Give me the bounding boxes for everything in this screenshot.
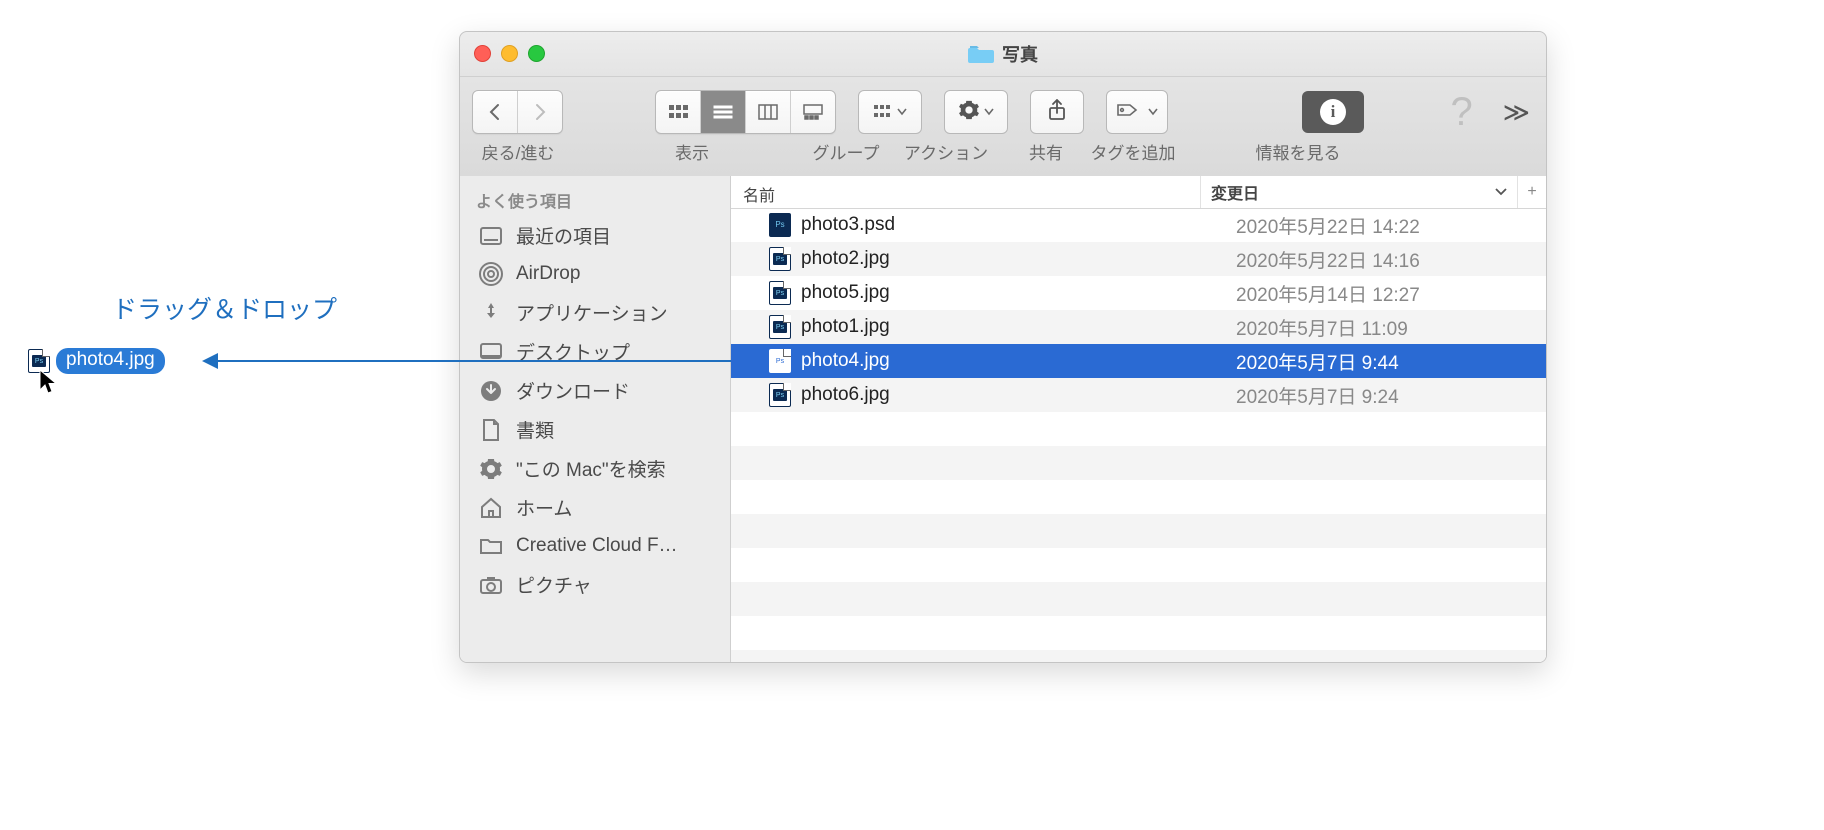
view-list-button[interactable] (701, 91, 746, 133)
back-forward-group (472, 90, 563, 134)
folder-grey-icon (478, 533, 504, 559)
tag-icon (1116, 101, 1140, 124)
file-row[interactable]: Ps photo5.jpg2020年5月14日 12:27 (731, 276, 1546, 310)
view-icons-button[interactable] (656, 91, 701, 133)
sidebar-item-applications[interactable]: アプリケーション (460, 293, 730, 332)
sidebar-item-search-mac[interactable]: "この Mac"を検索 (460, 449, 730, 488)
column-date[interactable]: 変更日 (1201, 176, 1517, 208)
share-button[interactable] (1030, 90, 1084, 134)
chevron-down-icon (1495, 188, 1507, 196)
ps-file-icon: Ps (769, 247, 791, 271)
sidebar-item-label: ダウンロード (516, 377, 630, 404)
cursor-icon (38, 368, 60, 396)
recents-icon (478, 223, 504, 249)
tags-label: タグを追加 (1078, 139, 1188, 164)
file-name: photo1.jpg (801, 316, 1226, 338)
sidebar-section-header: よく使う項目 (460, 182, 730, 216)
add-column-button[interactable]: + (1517, 176, 1546, 208)
file-date: 2020年5月22日 14:16 (1226, 246, 1546, 273)
airdrop-icon (478, 261, 504, 287)
list-header: 名前 変更日 + (731, 176, 1546, 209)
file-date: 2020年5月7日 9:24 (1226, 382, 1546, 409)
view-switch (655, 90, 836, 134)
downloads-icon (478, 378, 504, 404)
share-icon (1047, 99, 1067, 126)
view-label: 表示 (662, 139, 722, 164)
home-icon (478, 495, 504, 521)
file-date: 2020年5月7日 11:09 (1226, 314, 1546, 341)
back-button[interactable] (473, 91, 518, 133)
view-columns-button[interactable] (746, 91, 791, 133)
file-date: 2020年5月7日 9:44 (1226, 348, 1546, 375)
applications-icon (478, 300, 504, 326)
toolbar-overflow-button[interactable]: ≫ (1499, 97, 1534, 128)
view-gallery-button[interactable] (791, 91, 835, 133)
ps-file-icon: Ps (769, 315, 791, 339)
sidebar-item-label: ピクチャ (516, 571, 592, 598)
file-name: photo3.psd (801, 214, 1226, 236)
ps-file-icon: Ps (769, 349, 791, 373)
file-name: photo6.jpg (801, 384, 1226, 406)
info-button[interactable]: i (1302, 91, 1364, 133)
sidebar-item-airdrop[interactable]: AirDrop (460, 255, 730, 293)
ps-file-icon: Ps (769, 281, 791, 305)
sidebar-item-pictures[interactable]: ピクチャ (460, 565, 730, 604)
tag-button[interactable] (1106, 90, 1168, 134)
sidebar-item-downloads[interactable]: ダウンロード (460, 371, 730, 410)
finder-window: 写真 (459, 31, 1547, 663)
info-label: 情報を見る (1248, 139, 1348, 164)
file-name: photo2.jpg (801, 248, 1226, 270)
sidebar-item-label: アプリケーション (516, 299, 668, 326)
sidebar-item-documents[interactable]: 書類 (460, 410, 730, 449)
toolbar: i ? ≫ 戻る/進む 表示 グループ アクション 共有 タグを追加 情報を見る (460, 77, 1546, 178)
column-name[interactable]: 名前 (731, 176, 1201, 208)
sidebar-item-desktop[interactable]: デスクトップ (460, 332, 730, 371)
group-label: グループ (806, 139, 886, 164)
file-name: photo4.jpg (801, 350, 1226, 372)
window-title: 写真 (1002, 41, 1038, 67)
sidebar-item-creative-cloud[interactable]: Creative Cloud F… (460, 527, 730, 565)
file-row[interactable]: Ps photo4.jpg2020年5月7日 9:44 (731, 344, 1546, 378)
sidebar-item-recents[interactable]: 最近の項目 (460, 216, 730, 255)
sidebar-item-label: 書類 (516, 416, 554, 443)
file-date: 2020年5月22日 14:22 (1226, 212, 1546, 239)
drag-filename: photo4.jpg (56, 348, 165, 374)
folder-icon (968, 44, 994, 64)
camera-icon (478, 572, 504, 598)
sidebar-item-label: 最近の項目 (516, 222, 611, 249)
window-titlebar: 写真 (460, 32, 1546, 77)
action-label: アクション (896, 139, 996, 164)
file-name: photo5.jpg (801, 282, 1226, 304)
gear-icon (958, 99, 980, 126)
file-row[interactable]: Ps photo1.jpg2020年5月7日 11:09 (731, 310, 1546, 344)
action-button[interactable] (944, 90, 1008, 134)
file-row[interactable]: Ps photo2.jpg2020年5月22日 14:16 (731, 242, 1546, 276)
help-button[interactable]: ? (1447, 90, 1477, 135)
sidebar-item-label: ホーム (516, 494, 572, 521)
info-icon: i (1320, 99, 1346, 125)
annotation-arrow (216, 360, 758, 362)
file-date: 2020年5月14日 12:27 (1226, 280, 1546, 307)
group-button[interactable] (858, 90, 922, 134)
sidebar-item-label: "この Mac"を検索 (516, 455, 666, 482)
sidebar-item-home[interactable]: ホーム (460, 488, 730, 527)
share-label: 共有 (1016, 139, 1076, 164)
documents-icon (478, 417, 504, 443)
back-forward-label: 戻る/進む (474, 139, 562, 164)
gear-icon (478, 456, 504, 482)
ps-file-icon: Ps (769, 383, 791, 407)
sidebar-item-label: AirDrop (516, 263, 580, 285)
sidebar-item-label: Creative Cloud F… (516, 535, 678, 557)
file-row[interactable]: Ps photo3.psd2020年5月22日 14:22 (731, 208, 1546, 242)
file-list: 名前 変更日 + Psphoto3.psd2020年5月22日 14:22Psp… (731, 176, 1546, 662)
psd-file-icon: Ps (769, 213, 791, 237)
sidebar: よく使う項目 最近の項目 AirDrop アプリケーション デスクトップ ダウン… (460, 176, 731, 662)
file-row[interactable]: Ps photo6.jpg2020年5月7日 9:24 (731, 378, 1546, 412)
annotation-label: ドラッグ＆ドロップ (112, 290, 337, 326)
forward-button[interactable] (518, 91, 562, 133)
